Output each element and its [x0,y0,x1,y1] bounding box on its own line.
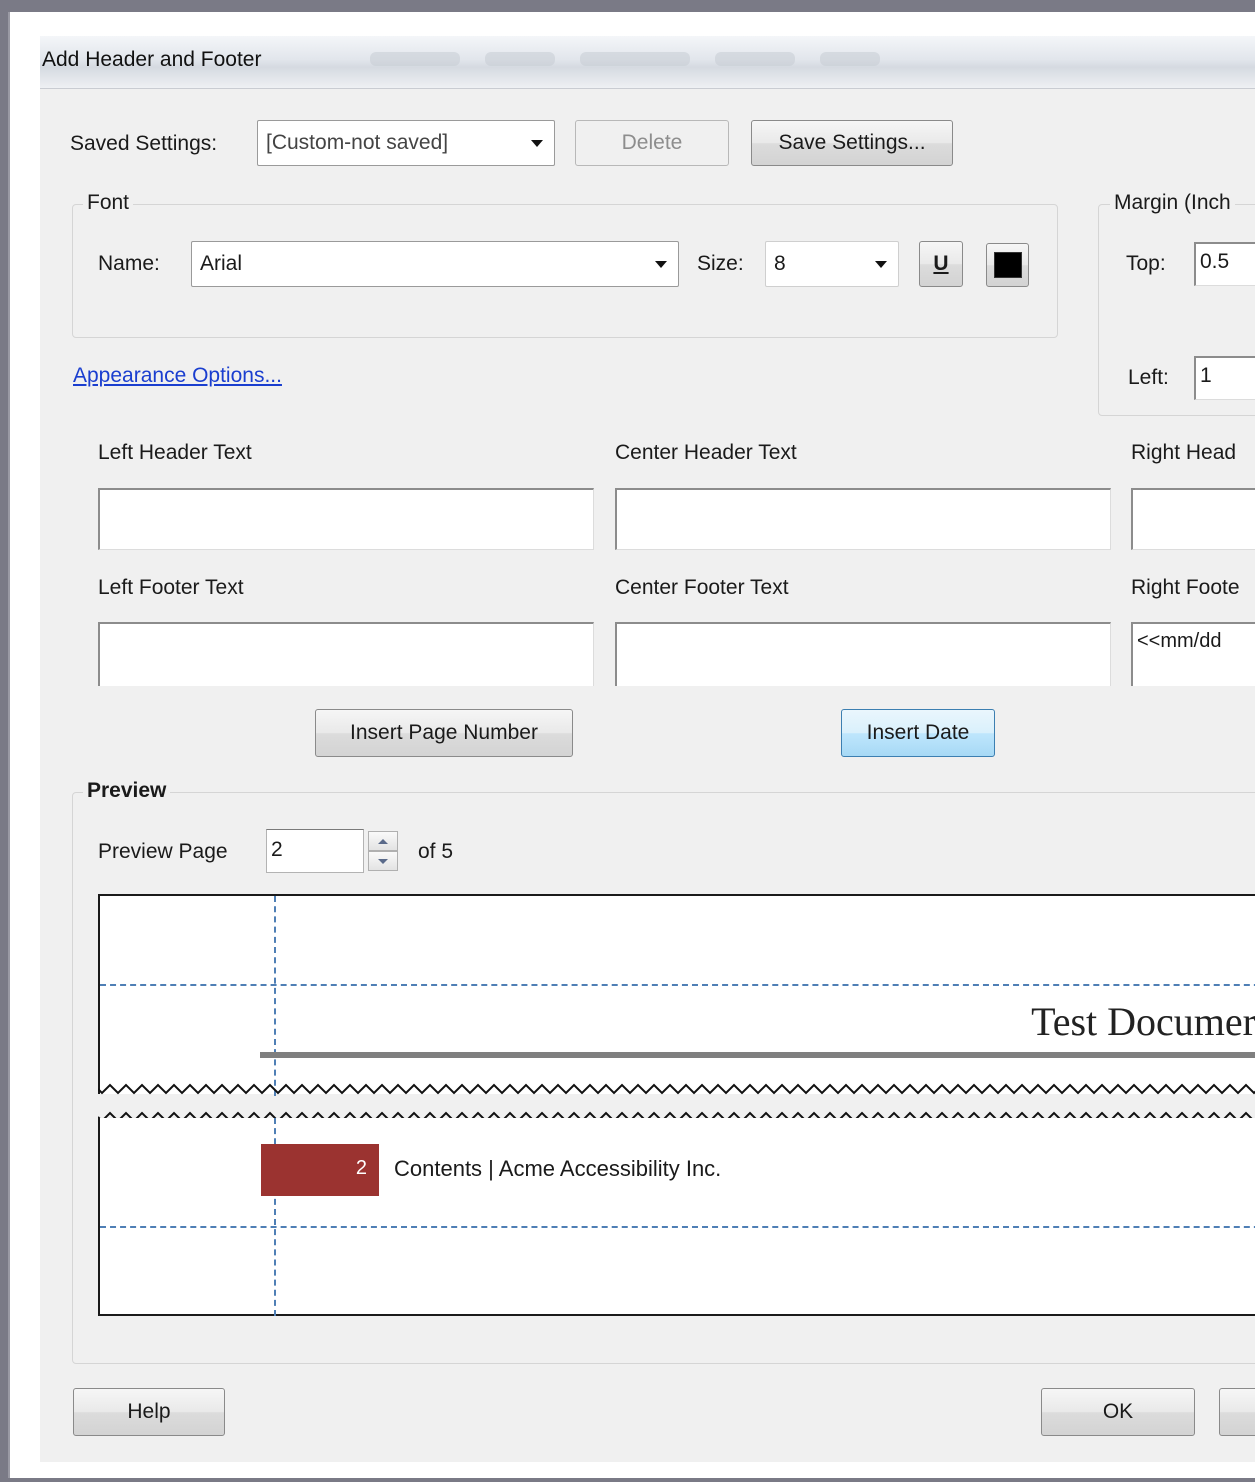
footer-page-number-block: 2 [261,1144,379,1196]
right-footer-label: Right Foote [1131,576,1240,599]
chevron-down-icon[interactable] [520,121,554,165]
font-size-dropdown[interactable]: 8 [765,241,899,287]
blurred-menu-3 [580,52,690,66]
preview-page-input[interactable]: 2 [266,829,364,873]
font-size-value: 8 [774,252,786,275]
blurred-menu-2 [485,52,555,66]
chevron-up-icon [378,838,388,844]
add-header-footer-dialog: Add Header and Footer Saved Settings: [C… [40,36,1255,1462]
underline-icon: U [933,252,949,275]
spin-down-button[interactable] [368,851,398,871]
page-break-wave-top [98,1083,1255,1095]
chevron-down-icon[interactable] [644,242,678,286]
appearance-options-link[interactable]: Appearance Options... [73,364,282,388]
font-size-label: Size: [697,252,744,275]
help-button[interactable]: Help [73,1388,225,1436]
footer-text: Contents | Acme Accessibility Inc. [394,1156,722,1181]
saved-settings-value: [Custom-not saved] [266,131,449,154]
preview-page-value: 2 [271,838,283,861]
spin-up-button[interactable] [368,831,398,851]
right-header-label: Right Head [1131,441,1237,464]
chevron-down-icon[interactable] [864,242,898,286]
saved-settings-dropdown[interactable]: [Custom-not saved] [257,120,555,166]
center-header-input[interactable] [615,488,1111,550]
center-footer-label: Center Footer Text [615,576,789,599]
center-header-label: Center Header Text [615,441,797,464]
title-bar[interactable]: Add Header and Footer [40,36,1255,89]
preview-page-label: Preview Page [98,840,228,863]
chevron-down-icon [378,858,388,864]
saved-settings-label: Saved Settings: [70,132,218,155]
left-header-label: Left Header Text [98,441,252,464]
font-name-dropdown[interactable]: Arial [191,241,679,287]
left-margin-guide [274,896,276,1096]
color-swatch-icon [993,252,1022,278]
margin-left-input[interactable]: 1 [1194,356,1255,400]
right-header-input[interactable] [1131,488,1255,550]
save-settings-button[interactable]: Save Settings... [751,120,953,166]
page-count-label: of 5 [418,840,454,863]
preview-group-title: Preview [83,779,171,803]
footer-page-number: 2 [355,1157,367,1179]
left-footer-input[interactable] [98,622,594,686]
right-footer-input[interactable]: <<mm/dd [1131,622,1255,686]
left-header-input[interactable] [98,488,594,550]
font-name-value: Arial [200,252,243,275]
font-color-button[interactable] [986,243,1029,287]
blurred-menu-5 [820,52,880,66]
preview-header-page: Test Documer [98,894,1255,1096]
margin-group-title: Margin (Inch [1110,191,1235,215]
document-title: Test Documer [1031,999,1255,1044]
left-footer-label: Left Footer Text [98,576,244,599]
blurred-menu-1 [370,52,460,66]
underline-button[interactable]: U [919,241,963,287]
window-title: Add Header and Footer [42,48,262,71]
blurred-menu-4 [715,52,795,66]
footer-margin-guide [100,1226,1255,1228]
margin-top-label: Top: [1126,252,1166,275]
ok-button[interactable]: OK [1041,1388,1195,1436]
page-spinner[interactable] [368,831,398,871]
insert-date-button[interactable]: Insert Date [841,709,995,757]
font-name-label: Name: [98,252,160,275]
margin-left-label: Left: [1128,366,1169,389]
delete-button[interactable]: Delete [575,120,729,166]
margin-top-input[interactable]: 0.5 [1194,242,1255,286]
preview-footer-page: 2 Contents | Acme Accessibility Inc. [98,1118,1255,1316]
insert-page-number-button[interactable]: Insert Page Number [315,709,573,757]
font-group-title: Font [83,191,134,215]
title-rule [260,1052,1255,1058]
center-footer-input[interactable] [615,622,1111,686]
cancel-button[interactable] [1219,1388,1255,1436]
